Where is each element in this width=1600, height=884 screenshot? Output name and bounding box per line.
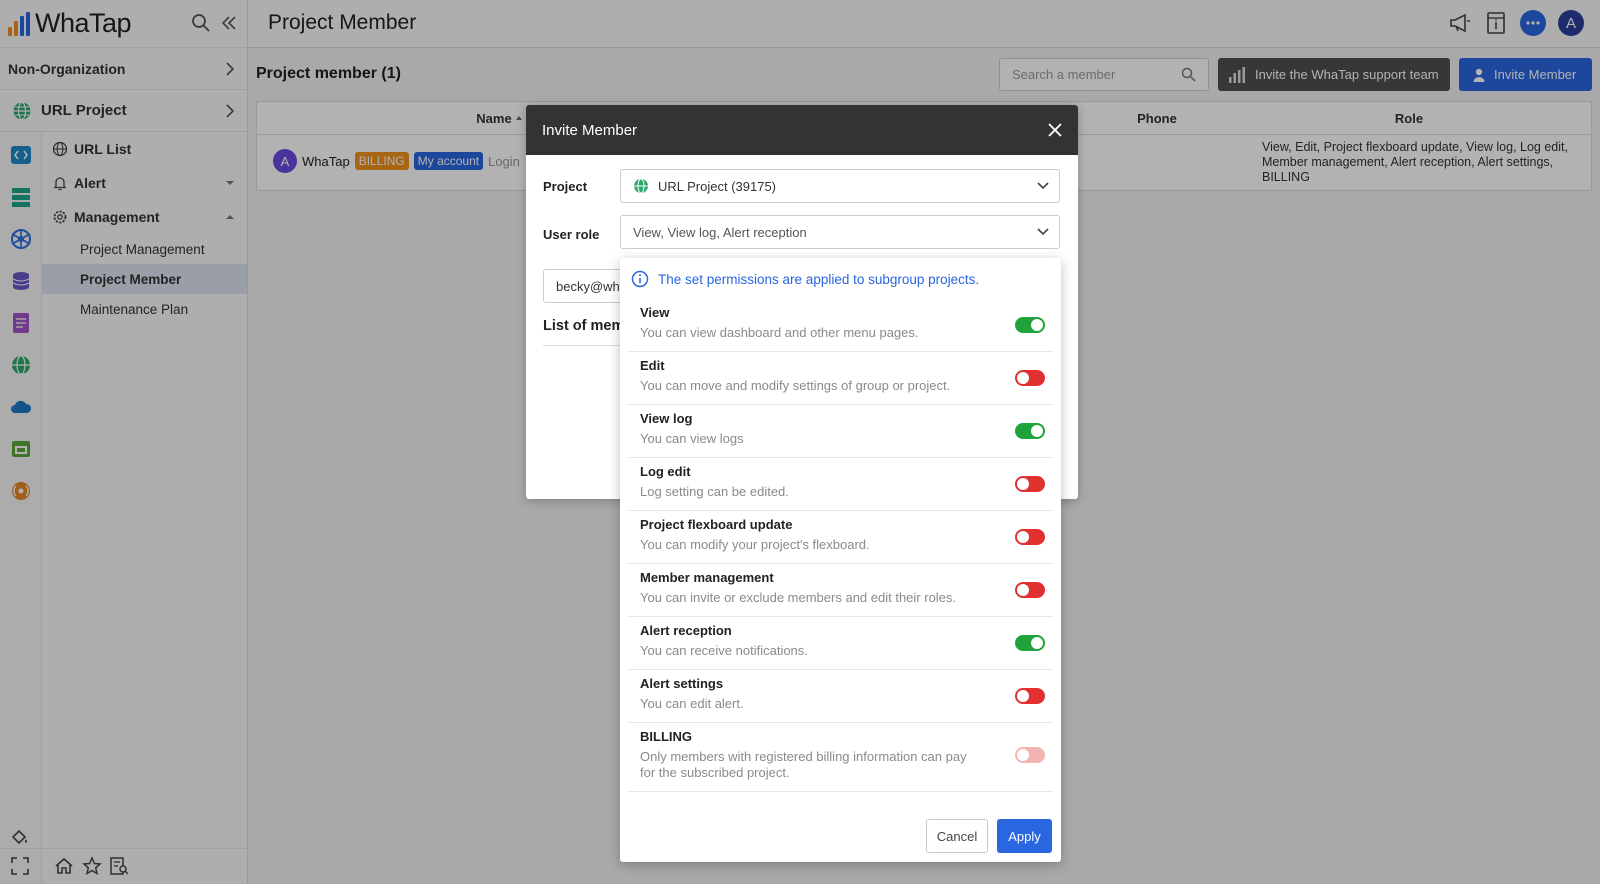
permission-edit: Edit You can move and modify settings of… (628, 351, 1053, 405)
project-select-value: URL Project (39175) (658, 178, 777, 194)
permission-desc: You can receive notifications. (640, 643, 808, 658)
permission-flexboard-update: Project flexboard update You can modify … (628, 510, 1053, 564)
permission-title: Edit (640, 358, 665, 373)
permission-view-log: View log You can view logs (628, 404, 1053, 458)
cancel-button[interactable]: Cancel (926, 819, 988, 853)
permission-desc: You can view dashboard and other menu pa… (640, 325, 919, 340)
member-list-title: List of mem (543, 318, 625, 334)
info-icon (631, 270, 649, 288)
view-log-toggle[interactable] (1015, 423, 1045, 439)
permission-desc: You can edit alert. (640, 696, 744, 711)
permission-alert-reception: Alert reception You can receive notifica… (628, 616, 1053, 670)
modal-title: Invite Member (542, 121, 638, 139)
billing-toggle (1015, 747, 1045, 763)
permission-billing: BILLING Only members with registered bil… (628, 722, 1053, 792)
permission-title: Alert reception (640, 623, 732, 638)
permission-log-edit: Log edit Log setting can be edited. (628, 457, 1053, 511)
permission-desc: Only members with registered billing inf… (640, 749, 967, 780)
log-edit-toggle[interactable] (1015, 476, 1045, 492)
edit-toggle[interactable] (1015, 370, 1045, 386)
permission-title: BILLING (640, 729, 692, 744)
view-toggle[interactable] (1015, 317, 1045, 333)
chevron-down-icon (1037, 228, 1049, 236)
permission-title: Member management (640, 570, 774, 585)
alert-settings-toggle[interactable] (1015, 688, 1045, 704)
globe-icon (634, 178, 648, 194)
permission-desc: You can view logs (640, 431, 744, 446)
permission-alert-settings: Alert settings You can edit alert. (628, 669, 1053, 723)
permission-title: Project flexboard update (640, 517, 793, 532)
flexboard-update-toggle[interactable] (1015, 529, 1045, 545)
close-icon[interactable] (1048, 123, 1062, 137)
permission-member-management: Member management You can invite or excl… (628, 563, 1053, 617)
permission-info-text: The set permissions are applied to subgr… (658, 271, 980, 287)
apply-button[interactable]: Apply (997, 819, 1052, 853)
permission-title: View (640, 305, 670, 320)
permission-view: View You can view dashboard and other me… (628, 298, 1053, 352)
permission-desc: You can move and modify settings of grou… (640, 378, 951, 393)
member-management-toggle[interactable] (1015, 582, 1045, 598)
permission-title: View log (640, 411, 693, 426)
permission-desc: You can modify your project's flexboard. (640, 537, 870, 552)
permission-info: The set permissions are applied to subgr… (631, 270, 979, 288)
permission-desc: You can invite or exclude members and ed… (640, 590, 957, 605)
chevron-down-icon (1037, 182, 1049, 190)
user-role-value: View, View log, Alert reception (633, 224, 807, 240)
permission-title: Log edit (640, 464, 691, 479)
user-role-label: User role (543, 227, 600, 242)
user-role-select[interactable]: View, View log, Alert reception (620, 215, 1060, 249)
project-label: Project (543, 179, 588, 194)
permission-title: Alert settings (640, 676, 724, 691)
alert-reception-toggle[interactable] (1015, 635, 1045, 651)
permission-desc: Log setting can be edited. (640, 484, 789, 499)
user-role-dropdown: The set permissions are applied to subgr… (620, 258, 1061, 862)
project-select[interactable]: URL Project (39175) (620, 169, 1060, 203)
